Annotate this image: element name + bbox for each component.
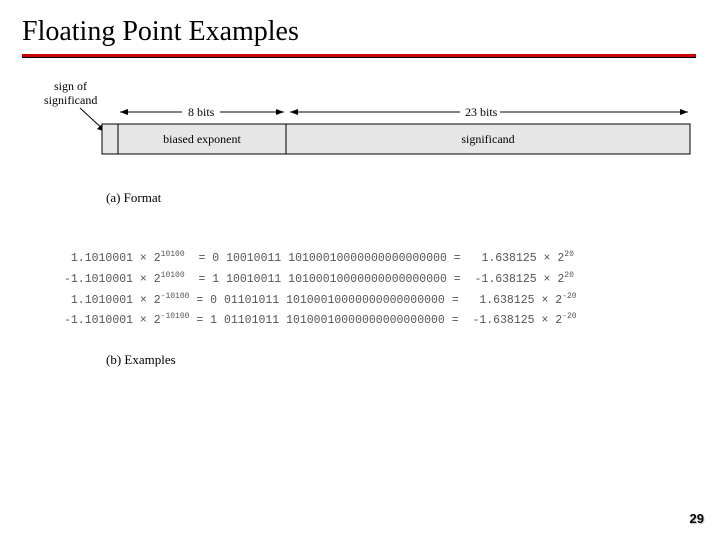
example-row: -1.1010001 × 2-10100 = 1 01101011 101000… [64, 308, 577, 329]
lhs-sign [64, 293, 71, 306]
slide: Floating Point Examples sign of signific… [0, 0, 720, 540]
lhs-mant: 1.1010001 [71, 314, 133, 327]
lhs-sign: - [64, 314, 71, 327]
lhs-mant: 1.1010001 [71, 293, 133, 306]
sign-box [102, 124, 118, 154]
caption-format: (a) Format [106, 190, 161, 206]
exp-span-left-head [120, 109, 128, 115]
examples-block: 1.1010001 × 210100 = 0 10010011 10100010… [64, 246, 577, 329]
exp-span-label: 8 bits [188, 105, 215, 119]
lhs-mant: 1.1010001 [71, 252, 133, 265]
significand-box-label: significand [461, 132, 514, 146]
sig-span-label: 23 bits [465, 105, 498, 119]
rhs-exp: 20 [564, 271, 574, 280]
sign-label-2: significand [44, 93, 97, 107]
lhs-exp: 10100 [161, 271, 185, 280]
rhs-exp: 20 [564, 250, 574, 259]
sign-label-1: sign of [54, 79, 87, 93]
sig-span-left-head [290, 109, 298, 115]
sig-span-right-head [680, 109, 688, 115]
exponent-box-label: biased exponent [163, 132, 241, 146]
rhs-exp: -20 [562, 292, 576, 301]
title-rule-black [22, 57, 696, 58]
page-number: 29 [690, 511, 704, 526]
mid-bits: = 0 01101011 10100010000000000000000 = [196, 293, 458, 306]
lhs-mant: 1.1010001 [71, 273, 133, 286]
mid-bits: = 1 01101011 10100010000000000000000 = [196, 314, 458, 327]
lhs-exp: -10100 [161, 312, 190, 321]
page-title: Floating Point Examples [22, 16, 299, 48]
example-row: 1.1010001 × 210100 = 0 10010011 10100010… [64, 246, 577, 267]
mid-bits: = 1 10010011 10100010000000000000000 = [198, 273, 460, 286]
lhs-exp: -10100 [161, 292, 190, 301]
example-row: -1.1010001 × 210100 = 1 10010011 1010001… [64, 267, 577, 288]
lhs-sign: - [64, 273, 71, 286]
exp-span-right-head [276, 109, 284, 115]
rhs-exp: -20 [562, 312, 576, 321]
mid-bits: = 0 10010011 10100010000000000000000 = [198, 252, 460, 265]
lhs-exp: 10100 [161, 250, 185, 259]
format-svg: sign of significand 8 bits 23 bits biase… [40, 78, 700, 168]
lhs-sign [64, 252, 71, 265]
rhs-val: 1.638125 [479, 314, 534, 327]
rhs-val: 1.638125 [479, 293, 534, 306]
rhs-val: 1.638125 [481, 252, 536, 265]
format-diagram: sign of significand 8 bits 23 bits biase… [40, 78, 700, 168]
caption-examples: (b) Examples [106, 352, 176, 368]
example-row: 1.1010001 × 2-10100 = 0 01101011 1010001… [64, 288, 577, 309]
rhs-val: 1.638125 [481, 273, 536, 286]
